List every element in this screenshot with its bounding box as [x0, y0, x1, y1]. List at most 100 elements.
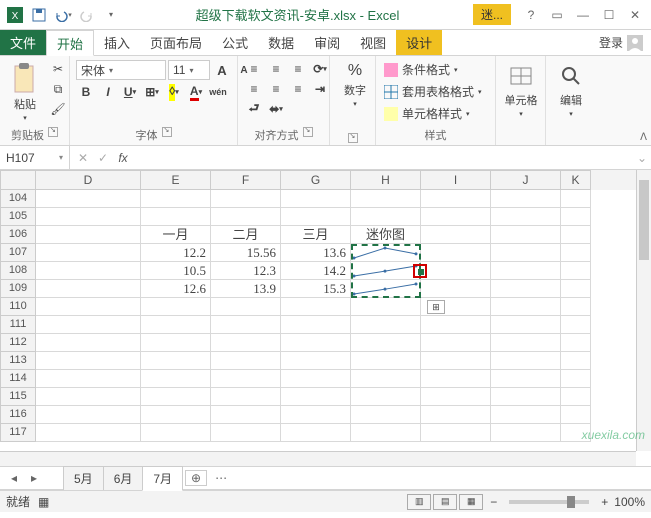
cell-J106[interactable] [491, 226, 561, 244]
zoom-level[interactable]: 100% [614, 495, 645, 509]
cell-H105[interactable] [351, 208, 421, 226]
cell-F112[interactable] [211, 334, 281, 352]
cell-G108[interactable]: 14.2 [281, 262, 351, 280]
cell-F108[interactable]: 12.3 [211, 262, 281, 280]
font-name-combo[interactable]: 宋体▾ [76, 60, 166, 80]
cell-F105[interactable] [211, 208, 281, 226]
sheet-nav-more[interactable]: ⋯ [211, 471, 231, 485]
cell-D105[interactable] [36, 208, 141, 226]
font-color-button[interactable]: A▾ [186, 83, 206, 101]
cell-G105[interactable] [281, 208, 351, 226]
cell-D112[interactable] [36, 334, 141, 352]
cell-I105[interactable] [421, 208, 491, 226]
cell-D116[interactable] [36, 406, 141, 424]
cell-J105[interactable] [491, 208, 561, 226]
wrap-text-icon[interactable]: ⮐ [244, 100, 264, 118]
col-header-F[interactable]: F [211, 170, 281, 190]
col-header-J[interactable]: J [491, 170, 561, 190]
cell-J107[interactable] [491, 244, 561, 262]
cell-I106[interactable] [421, 226, 491, 244]
cell-K109[interactable] [561, 280, 591, 298]
align-right-icon[interactable]: ≡ [288, 80, 308, 98]
collapse-ribbon-icon[interactable]: ᐱ [640, 132, 647, 143]
cell-K111[interactable] [561, 316, 591, 334]
cell-F104[interactable] [211, 190, 281, 208]
sheet-tab-6[interactable]: 6月 [103, 466, 144, 490]
tab-layout[interactable]: 页面布局 [140, 30, 212, 55]
help-icon[interactable]: ? [519, 4, 543, 26]
cell-J115[interactable] [491, 388, 561, 406]
italic-button[interactable]: I [98, 83, 118, 101]
select-all-corner[interactable] [0, 170, 36, 190]
close-icon[interactable]: ✕ [623, 4, 647, 26]
cell-G111[interactable] [281, 316, 351, 334]
cut-icon[interactable]: ✂ [48, 60, 68, 78]
cell-I117[interactable] [421, 424, 491, 442]
font-size-combo[interactable]: 11▾ [168, 60, 210, 80]
cell-H109[interactable] [351, 280, 421, 298]
cell-H111[interactable] [351, 316, 421, 334]
cell-D106[interactable] [36, 226, 141, 244]
cell-K112[interactable] [561, 334, 591, 352]
tab-design[interactable]: 设计 [396, 30, 442, 55]
page-layout-view-icon[interactable]: ▤ [433, 494, 457, 510]
col-header-G[interactable]: G [281, 170, 351, 190]
align-left-icon[interactable]: ≡ [244, 80, 264, 98]
undo-icon[interactable]: ▾ [52, 4, 74, 26]
cell-E105[interactable] [141, 208, 211, 226]
cell-I109[interactable] [421, 280, 491, 298]
cell-F110[interactable] [211, 298, 281, 316]
tab-review[interactable]: 审阅 [304, 30, 350, 55]
enter-formula-icon[interactable]: ✓ [94, 151, 112, 165]
cell-I115[interactable] [421, 388, 491, 406]
cell-E113[interactable] [141, 352, 211, 370]
bold-button[interactable]: B [76, 83, 96, 101]
zoom-in-icon[interactable]: + [601, 495, 608, 509]
cell-G109[interactable]: 15.3 [281, 280, 351, 298]
cell-F113[interactable] [211, 352, 281, 370]
align-bottom-icon[interactable]: ≡ [288, 60, 308, 78]
tab-home[interactable]: 开始 [46, 30, 94, 56]
cell-D115[interactable] [36, 388, 141, 406]
cell-G110[interactable] [281, 298, 351, 316]
col-header-D[interactable]: D [36, 170, 141, 190]
cell-E108[interactable]: 10.5 [141, 262, 211, 280]
vscroll-thumb[interactable] [639, 180, 649, 260]
cell-K116[interactable] [561, 406, 591, 424]
cell-styles-button[interactable]: 单元格样式▾ [382, 104, 472, 123]
row-header-116[interactable]: 116 [0, 406, 36, 424]
cell-F114[interactable] [211, 370, 281, 388]
cell-D114[interactable] [36, 370, 141, 388]
tab-data[interactable]: 数据 [258, 30, 304, 55]
cell-E114[interactable] [141, 370, 211, 388]
login-button[interactable]: 登录 [591, 30, 651, 55]
cell-F117[interactable] [211, 424, 281, 442]
cell-D107[interactable] [36, 244, 141, 262]
indent-icon[interactable]: ⇥ [310, 80, 330, 98]
cell-H117[interactable] [351, 424, 421, 442]
number-format-button[interactable]: % 数字 ▾ [336, 60, 374, 110]
redo-icon[interactable] [76, 4, 98, 26]
sheet-nav-next[interactable]: ▸ [24, 471, 44, 485]
cell-K117[interactable] [561, 424, 591, 442]
cell-G112[interactable] [281, 334, 351, 352]
maximize-icon[interactable]: ☐ [597, 4, 621, 26]
cell-I112[interactable] [421, 334, 491, 352]
align-middle-icon[interactable]: ≡ [266, 60, 286, 78]
expand-formula-bar-icon[interactable]: ⌄ [633, 151, 651, 165]
cell-D108[interactable] [36, 262, 141, 280]
border-button[interactable]: ⊞▾ [142, 83, 162, 101]
normal-view-icon[interactable]: ▥ [407, 494, 431, 510]
cell-J114[interactable] [491, 370, 561, 388]
cell-H115[interactable] [351, 388, 421, 406]
ribbon-display-icon[interactable]: ▭ [545, 4, 569, 26]
formula-bar[interactable] [136, 146, 633, 169]
cell-G107[interactable]: 13.6 [281, 244, 351, 262]
cell-I116[interactable] [421, 406, 491, 424]
cell-I107[interactable] [421, 244, 491, 262]
cell-E104[interactable] [141, 190, 211, 208]
fill-handle[interactable] [418, 269, 424, 275]
cell-E116[interactable] [141, 406, 211, 424]
name-box[interactable]: H107▾ [0, 146, 70, 169]
cell-I104[interactable] [421, 190, 491, 208]
